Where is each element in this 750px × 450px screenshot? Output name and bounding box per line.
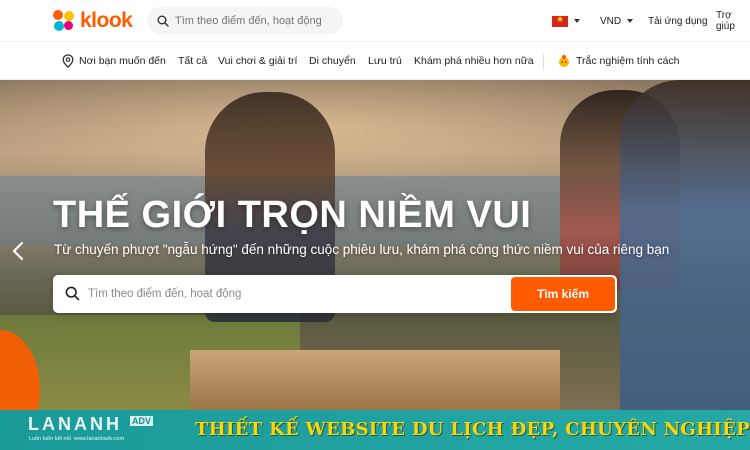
hero-search-input[interactable]: Tìm theo điểm đến, hoạt động [88,288,241,300]
nav-item-label: Lưu trú [368,55,402,67]
nav-item-label: Tất cả [178,55,208,67]
nav-item-label: Di chuyển [309,55,356,67]
logo-url: www.lananhadv.com [74,436,125,442]
klook-logo-icon [53,10,75,32]
nav-item-explore-more[interactable]: Khám phá nhiều hơn nữa [414,42,534,80]
chevron-left-icon [12,241,24,261]
search-icon [65,286,80,301]
logo-superscript: ADV [130,416,154,426]
nav-item-stays[interactable]: Lưu trú [368,42,402,80]
top-header: klook Tìm theo điểm đến, hoạt động VND T… [0,0,750,42]
help-label: Trợ giúp [716,10,735,32]
currency-label: VND [600,15,622,27]
nav-item-label: Vui chơi & giải trí [218,55,298,67]
search-button[interactable]: Tìm kiếm [511,277,615,311]
nav-item-all[interactable]: Tất cả [178,42,207,80]
klook-logo[interactable]: klook [53,9,133,33]
nav-location-label: Nơi bạn muốn đến [79,55,166,67]
language-selector[interactable] [552,0,580,42]
nav-item-entertainment[interactable]: Vui chơi & giải trí [218,42,297,80]
nav-quiz-label: Trắc nghiệm tính cách [576,55,680,67]
logo-text: klook [80,9,133,32]
lananh-logo: LANANH ADV Luôn luôn kết nối www.lananha… [28,414,158,446]
banner-headline: THIẾT KẾ WEBSITE DU LỊCH ĐẸP, CHUYÊN NGH… [195,419,750,440]
app-download-label: Tải ứng dụng [648,15,708,27]
hero-subtitle: Từ chuyến phượt "ngẫu hứng" đến những cu… [54,242,670,257]
app-download-link[interactable]: Tải ứng dụng [648,0,708,42]
nav-divider [543,54,544,69]
promo-banner: LANANH ADV Luôn luôn kết nối www.lananha… [0,410,750,450]
logo-wordmark: LANANH [28,414,122,434]
header-search-input[interactable]: Tìm theo điểm đến, hoạt động [147,7,343,34]
nav-item-transport[interactable]: Di chuyển [309,42,356,80]
nav-personality-quiz[interactable]: Trắc nghiệm tính cách [557,42,680,80]
hero-search-bar: Tìm theo điểm đến, hoạt động Tìm kiếm [53,275,617,313]
vietnam-flag-icon [552,14,568,27]
carousel-prev-button[interactable] [8,240,28,262]
location-pin-icon [62,54,74,68]
hero-title: THẾ GIỚI TRỌN NIỀM VUI [53,194,532,236]
chevron-down-icon [627,19,634,23]
nav-item-label: Khám phá nhiều hơn nữa [414,55,534,67]
currency-selector[interactable]: VND [600,0,634,42]
chevron-down-icon [574,19,580,23]
search-icon [157,15,169,27]
hero-photo-picnic-table [190,350,560,410]
help-link[interactable]: Trợ giúp [716,0,750,42]
logo-tagline: Luôn luôn kết nối [29,436,71,442]
quiz-mascot-icon [559,55,569,67]
header-search-placeholder: Tìm theo điểm đến, hoạt động [175,14,322,27]
main-nav: Nơi bạn muốn đến Tất cả Vui chơi & giải … [0,42,750,80]
nav-location[interactable]: Nơi bạn muốn đến [62,42,166,80]
